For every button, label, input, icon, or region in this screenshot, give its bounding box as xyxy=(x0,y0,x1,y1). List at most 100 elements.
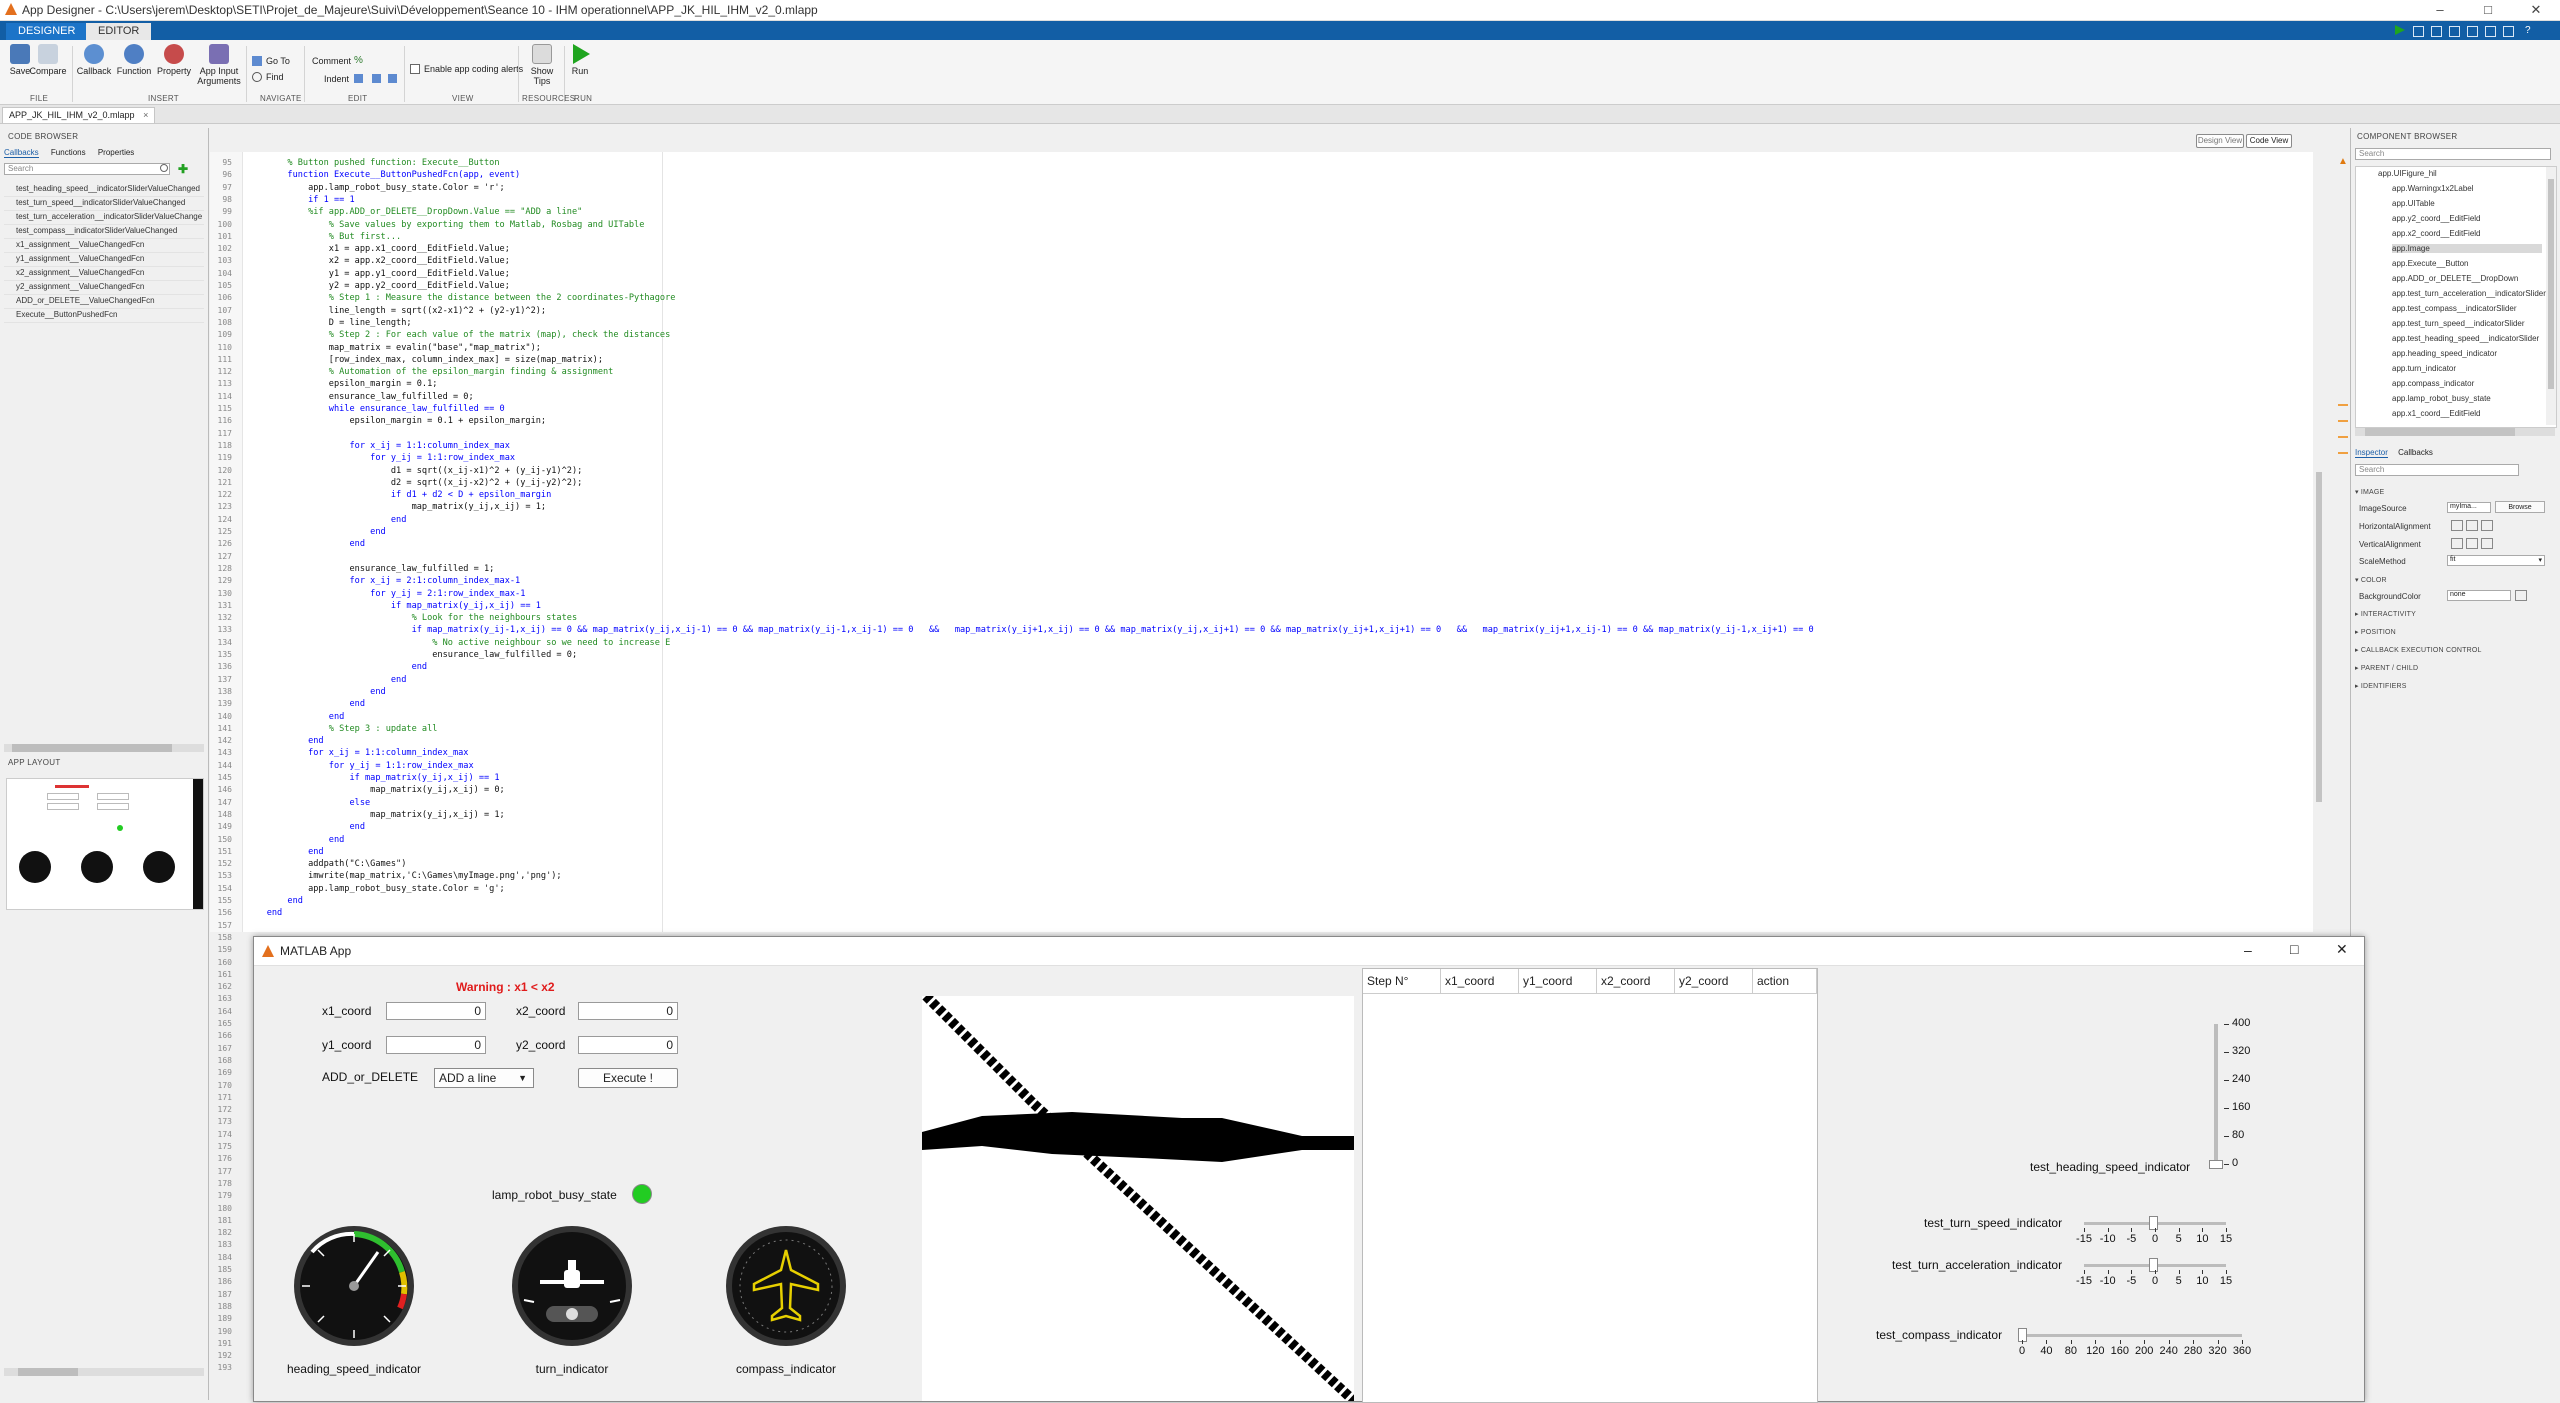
vertical-alignment-buttons[interactable] xyxy=(2451,538,2493,549)
close-icon[interactable]: ✕ xyxy=(2336,941,2348,958)
add-callback-icon[interactable]: ✚ xyxy=(178,162,188,176)
callback-item[interactable]: x1_assignment__ValueChangedFcn xyxy=(16,240,144,249)
component-tree-item[interactable]: app.x2_coord__EditField xyxy=(2392,229,2481,238)
vertical-scrollbar[interactable] xyxy=(2314,152,2324,932)
app-input-arguments-button[interactable]: App Input Arguments xyxy=(196,44,242,86)
component-tree-item[interactable]: app.test_turn_acceleration__indicatorSli… xyxy=(2392,289,2546,298)
code-editor[interactable]: 95 96 97 98 99 100 101 102 103 104 105 106 107 108 109… xyxy=(210,152,2348,1372)
component-tree-item[interactable]: app.heading_speed_indicator xyxy=(2392,349,2497,358)
table-header-cell[interactable]: y1_coord xyxy=(1519,969,1597,993)
app-layout-preview[interactable] xyxy=(6,778,204,910)
callback-item[interactable]: test_compass__indicatorSliderValueChange… xyxy=(16,226,177,235)
component-tree-item[interactable]: app.Image xyxy=(2392,244,2542,253)
redo-quick-icon[interactable] xyxy=(2503,26,2514,37)
component-tree-item[interactable]: app.Execute__Button xyxy=(2392,259,2469,268)
tree-scrollbar[interactable] xyxy=(2546,167,2556,425)
warning-marker[interactable] xyxy=(2338,420,2348,422)
document-tab[interactable]: APP_JK_HIL_IHM_v2_0.mlapp × xyxy=(2,107,156,123)
callback-item[interactable]: x2_assignment__ValueChangedFcn xyxy=(16,268,144,277)
goto-button[interactable]: Go To xyxy=(266,56,290,66)
compare-button[interactable]: Compare xyxy=(28,44,68,76)
minimize-icon[interactable]: – xyxy=(2420,2,2460,17)
close-icon[interactable]: ✕ xyxy=(2516,2,2556,18)
indent-icon[interactable] xyxy=(354,74,363,83)
component-search[interactable]: Search xyxy=(2355,148,2551,160)
warning-marker[interactable] xyxy=(2338,404,2348,406)
smart-indent-icon[interactable] xyxy=(372,74,381,83)
scrollbar-thumb[interactable] xyxy=(12,744,172,752)
horizontal-scrollbar[interactable] xyxy=(4,744,204,752)
table-header-cell[interactable]: x1_coord xyxy=(1441,969,1519,993)
indent-button[interactable]: Indent xyxy=(324,74,349,84)
warning-marker[interactable] xyxy=(2338,452,2348,454)
tab-inspector[interactable]: Inspector xyxy=(2355,448,2388,458)
maximize-icon[interactable]: □ xyxy=(2290,941,2298,957)
section-parent-child[interactable]: ▸ PARENT / CHILD xyxy=(2355,664,2418,672)
table-header-cell[interactable]: Step N° xyxy=(1363,969,1441,993)
copy-quick-icon[interactable] xyxy=(2449,26,2460,37)
comment-button[interactable]: Comment xyxy=(312,56,351,66)
inspector-search[interactable]: Search xyxy=(2355,464,2519,476)
component-tree-item[interactable]: app.UITable xyxy=(2392,199,2435,208)
tab-callbacks[interactable]: Callbacks xyxy=(4,148,39,158)
run-quick-icon[interactable] xyxy=(2395,25,2405,35)
paste-quick-icon[interactable] xyxy=(2467,26,2478,37)
compass-slider-track[interactable] xyxy=(2022,1334,2242,1337)
close-tab-icon[interactable]: × xyxy=(143,110,148,120)
code-view-button[interactable]: Code View xyxy=(2246,134,2292,148)
callback-item[interactable]: test_turn_speed__indicatorSliderValueCha… xyxy=(16,198,185,207)
callback-button[interactable]: Callback xyxy=(74,44,114,76)
heading-slider-thumb[interactable] xyxy=(2209,1160,2223,1169)
component-tree-item[interactable]: app.test_heading_speed__indicatorSlider xyxy=(2392,334,2539,343)
scrollbar-thumb[interactable] xyxy=(18,1368,78,1376)
tab-callbacks-inspector[interactable]: Callbacks xyxy=(2398,448,2433,457)
maximize-icon[interactable]: □ xyxy=(2468,2,2508,17)
scrollbar-thumb[interactable] xyxy=(2548,179,2554,389)
callback-item[interactable]: y2_assignment__ValueChangedFcn xyxy=(16,282,144,291)
show-tips-button[interactable]: Show Tips xyxy=(522,44,562,86)
section-interactivity[interactable]: ▸ INTERACTIVITY xyxy=(2355,610,2416,618)
table-header-cell[interactable]: y2_coord xyxy=(1675,969,1753,993)
callback-item[interactable]: Execute__ButtonPushedFcn xyxy=(16,310,117,319)
callback-item[interactable]: test_heading_speed__indicatorSliderValue… xyxy=(16,184,200,193)
decrease-indent-icon[interactable] xyxy=(388,74,397,83)
coords-table[interactable]: Step N° x1_coord y1_coord x2_coord y2_coord a… xyxy=(1362,968,1818,1403)
x2-field[interactable]: 0 xyxy=(578,1002,678,1020)
comment-icon[interactable]: % xyxy=(354,55,363,66)
section-color[interactable]: ▾ COLOR xyxy=(2355,576,2387,584)
minimize-icon[interactable]: – xyxy=(2244,942,2252,958)
callback-item[interactable]: test_turn_acceleration__indicatorSliderV… xyxy=(16,212,202,221)
add-delete-dropdown[interactable]: ADD a line ▼ xyxy=(434,1068,534,1088)
component-tree-item[interactable]: app.x1_coord__EditField xyxy=(2392,409,2481,418)
background-color-field[interactable]: none xyxy=(2447,590,2511,601)
code-browser-search[interactable]: Search xyxy=(4,163,170,175)
component-tree-item[interactable]: app.test_turn_speed__indicatorSlider xyxy=(2392,319,2525,328)
coding-alerts-checkbox[interactable] xyxy=(410,64,420,74)
tab-designer[interactable]: DESIGNER xyxy=(6,23,88,40)
warning-marker[interactable] xyxy=(2338,436,2348,438)
callback-item[interactable]: y1_assignment__ValueChangedFcn xyxy=(16,254,144,263)
component-tree-item[interactable]: app.test_compass__indicatorSlider xyxy=(2392,304,2517,313)
section-callback-execution[interactable]: ▸ CALLBACK EXECUTION CONTROL xyxy=(2355,646,2482,654)
cut-quick-icon[interactable] xyxy=(2431,26,2442,37)
component-tree-item[interactable]: app.compass_indicator xyxy=(2392,379,2474,388)
run-button[interactable]: Run xyxy=(560,44,600,76)
y2-field[interactable]: 0 xyxy=(578,1036,678,1054)
y1-field[interactable]: 0 xyxy=(386,1036,486,1054)
imagesource-field[interactable]: myIma... xyxy=(2447,502,2491,513)
execute-button[interactable]: Execute ! xyxy=(578,1068,678,1088)
tree-hscrollbar[interactable] xyxy=(2355,428,2555,436)
browse-button[interactable]: Browse xyxy=(2495,501,2545,513)
section-position[interactable]: ▸ POSITION xyxy=(2355,628,2396,636)
tab-editor[interactable]: EDITOR xyxy=(86,23,152,40)
component-tree-item[interactable]: app.UIFigure_hil xyxy=(2378,169,2437,178)
save-quick-icon[interactable] xyxy=(2413,26,2424,37)
layout-scrollbar[interactable] xyxy=(4,1368,204,1376)
callback-item[interactable]: ADD_or_DELETE__ValueChangedFcn xyxy=(16,296,155,305)
find-button[interactable]: Find xyxy=(266,72,284,82)
table-header-cell[interactable]: x2_coord xyxy=(1597,969,1675,993)
section-identifiers[interactable]: ▸ IDENTIFIERS xyxy=(2355,682,2407,690)
component-tree-item[interactable]: app.lamp_robot_busy_state xyxy=(2392,394,2491,403)
tab-properties[interactable]: Properties xyxy=(98,148,134,157)
undo-quick-icon[interactable] xyxy=(2485,26,2496,37)
